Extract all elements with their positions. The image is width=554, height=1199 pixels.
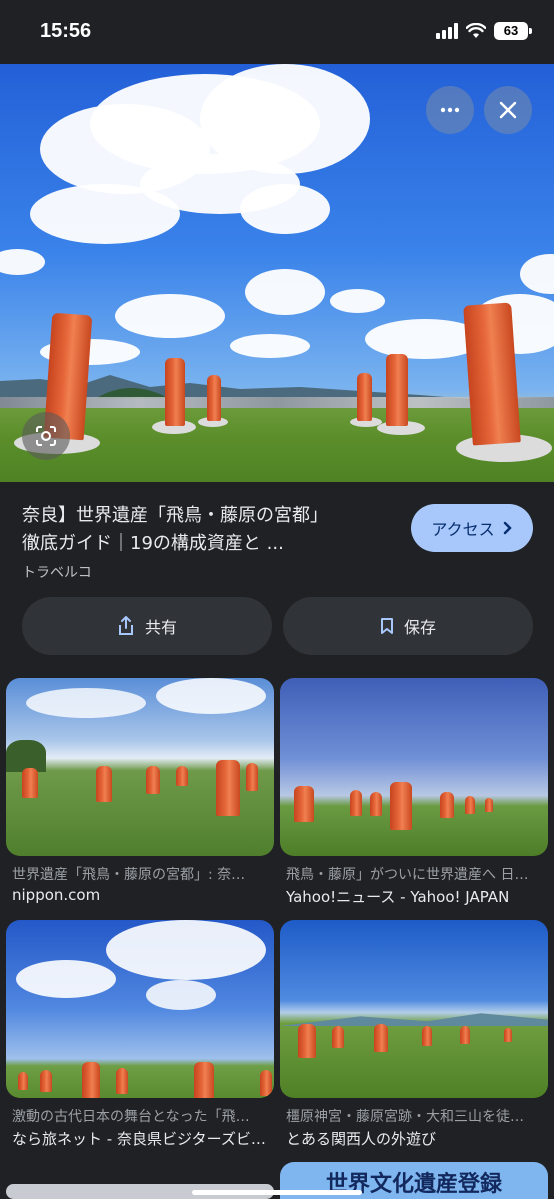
related-thumbnail[interactable] (280, 678, 548, 856)
more-options-button[interactable] (426, 86, 474, 134)
related-thumbnail[interactable] (6, 920, 274, 1098)
more-horiz-icon (440, 107, 460, 113)
chevron-right-icon (503, 521, 512, 535)
related-thumbnail[interactable] (6, 678, 274, 856)
related-thumbnail[interactable] (280, 920, 548, 1098)
status-time: 15:56 (40, 20, 92, 42)
status-bar: 15:56 63 (0, 0, 554, 64)
bookmark-icon (380, 618, 393, 634)
battery-indicator: 63 (494, 22, 532, 40)
access-button[interactable]: アクセス (411, 504, 533, 552)
access-label: アクセス (431, 520, 495, 539)
related-source: なら旅ネット - 奈良県ビジターズビ… (12, 1130, 266, 1148)
lens-icon (36, 426, 56, 446)
wifi-icon (466, 23, 486, 38)
share-button[interactable]: 共有 (22, 597, 272, 655)
result-source: トラベルコ (22, 565, 92, 581)
save-button[interactable]: 保存 (283, 597, 533, 655)
main-image[interactable] (0, 64, 554, 482)
save-label: 保存 (403, 618, 436, 637)
status-indicators: 63 (436, 22, 532, 40)
related-source: nippon.com (12, 886, 101, 904)
share-label: 共有 (144, 618, 177, 637)
close-button[interactable] (484, 86, 532, 134)
close-icon (499, 101, 517, 119)
related-title: 飛鳥・藤原」がついに世界遺産へ 日… (286, 867, 529, 883)
result-info: 奈良】世界遺産「飛鳥・藤原の宮都」 徹底ガイド｜19の構成資産と ... トラベ… (0, 482, 554, 660)
related-title: 世界遺産「飛鳥・藤原の宮都」: 奈… (12, 867, 246, 883)
related-source: Yahoo!ニュース - Yahoo! JAPAN (286, 888, 510, 906)
lens-search-button[interactable] (22, 412, 70, 460)
related-title: 橿原神宮・藤原宮跡・大和三山を徒… (286, 1109, 524, 1125)
share-icon (118, 616, 133, 635)
result-title[interactable]: 奈良】世界遺産「飛鳥・藤原の宮都」 徹底ガイド｜19の構成資産と ... (22, 502, 392, 558)
cellular-signal-icon (436, 23, 458, 39)
home-indicator[interactable] (192, 1190, 362, 1195)
related-source: とある関西人の外遊び (286, 1130, 437, 1148)
related-title: 激動の古代日本の舞台となった「飛… (12, 1109, 250, 1125)
